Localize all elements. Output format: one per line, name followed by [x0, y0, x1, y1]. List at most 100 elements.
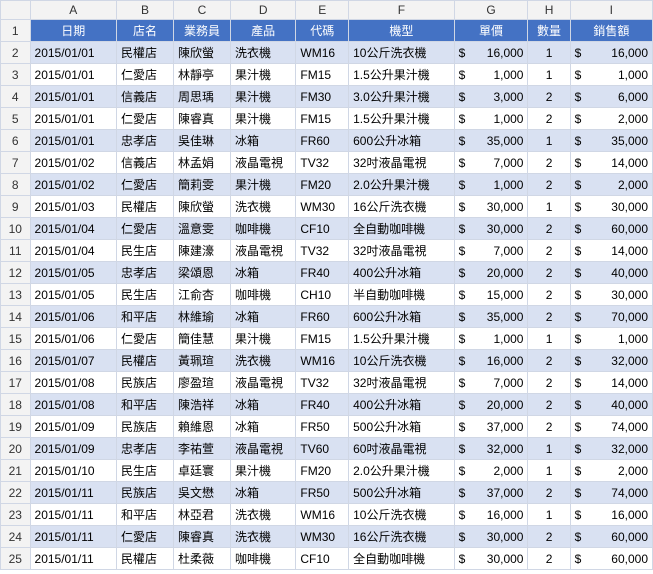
column-header-D[interactable]: D — [230, 1, 295, 20]
cell[interactable]: 1 — [528, 196, 570, 218]
cell[interactable]: $30,000 — [570, 196, 652, 218]
cell[interactable]: $37,000 — [454, 482, 528, 504]
row-header-17[interactable]: 17 — [1, 372, 31, 394]
cell[interactable]: 溫意雯 — [174, 218, 231, 240]
cell[interactable]: 冰箱 — [230, 262, 295, 284]
cell[interactable]: 民生店 — [117, 240, 174, 262]
row-header-8[interactable]: 8 — [1, 174, 31, 196]
row-header-11[interactable]: 11 — [1, 240, 31, 262]
row-header-20[interactable]: 20 — [1, 438, 31, 460]
cell[interactable]: $2,000 — [454, 460, 528, 482]
cell[interactable]: $30,000 — [454, 526, 528, 548]
row-header-24[interactable]: 24 — [1, 526, 31, 548]
cell[interactable]: 仁愛店 — [117, 328, 174, 350]
row-header-6[interactable]: 6 — [1, 130, 31, 152]
cell[interactable]: $74,000 — [570, 416, 652, 438]
cell[interactable]: 半自動咖啡機 — [349, 284, 455, 306]
cell[interactable]: $1,000 — [454, 328, 528, 350]
row-header-19[interactable]: 19 — [1, 416, 31, 438]
cell[interactable]: 仁愛店 — [117, 64, 174, 86]
row-header-7[interactable]: 7 — [1, 152, 31, 174]
cell[interactable]: 冰箱 — [230, 394, 295, 416]
cell[interactable]: 2 — [528, 416, 570, 438]
cell[interactable]: $32,000 — [570, 438, 652, 460]
cell[interactable]: 2015/01/11 — [30, 526, 117, 548]
cell[interactable]: 2015/01/11 — [30, 482, 117, 504]
cell[interactable]: 果汁機 — [230, 86, 295, 108]
cell[interactable]: 液晶電視 — [230, 240, 295, 262]
cell[interactable]: $16,000 — [454, 42, 528, 64]
cell[interactable]: 民權店 — [117, 42, 174, 64]
cell[interactable]: $3,000 — [454, 86, 528, 108]
cell[interactable]: 2 — [528, 240, 570, 262]
cell[interactable]: 民族店 — [117, 416, 174, 438]
cell[interactable]: 2 — [528, 86, 570, 108]
header-cell-qty[interactable]: 數量 — [528, 20, 570, 42]
header-cell-total[interactable]: 銷售額 — [570, 20, 652, 42]
cell[interactable]: 陳浩祥 — [174, 394, 231, 416]
cell[interactable]: 賴維恩 — [174, 416, 231, 438]
cell[interactable]: 陳欣螢 — [174, 196, 231, 218]
cell[interactable]: 2015/01/04 — [30, 240, 117, 262]
cell[interactable]: 林靜亭 — [174, 64, 231, 86]
cell[interactable]: 2015/01/10 — [30, 460, 117, 482]
column-header-I[interactable]: I — [570, 1, 652, 20]
cell[interactable]: FR40 — [296, 262, 349, 284]
cell[interactable]: $30,000 — [570, 284, 652, 306]
cell[interactable]: 冰箱 — [230, 416, 295, 438]
cell[interactable]: $40,000 — [570, 262, 652, 284]
cell[interactable]: FR50 — [296, 416, 349, 438]
cell[interactable]: 2015/01/02 — [30, 174, 117, 196]
cell[interactable]: FR60 — [296, 130, 349, 152]
cell[interactable]: 吳佳琳 — [174, 130, 231, 152]
row-header-16[interactable]: 16 — [1, 350, 31, 372]
cell[interactable]: FR40 — [296, 394, 349, 416]
cell[interactable]: 32吋液晶電視 — [349, 372, 455, 394]
cell[interactable]: 2.0公升果汁機 — [349, 460, 455, 482]
cell[interactable]: 果汁機 — [230, 108, 295, 130]
cell[interactable]: WM30 — [296, 526, 349, 548]
cell[interactable]: $30,000 — [454, 218, 528, 240]
cell[interactable]: CF10 — [296, 218, 349, 240]
cell[interactable]: $60,000 — [570, 526, 652, 548]
column-header-C[interactable]: C — [174, 1, 231, 20]
cell[interactable]: 600公升冰箱 — [349, 130, 455, 152]
cell[interactable]: $1,000 — [454, 174, 528, 196]
row-header-14[interactable]: 14 — [1, 306, 31, 328]
header-cell-store[interactable]: 店名 — [117, 20, 174, 42]
cell[interactable]: 1.5公升果汁機 — [349, 64, 455, 86]
cell[interactable]: 林孟娟 — [174, 152, 231, 174]
cell[interactable]: 忠孝店 — [117, 262, 174, 284]
cell[interactable]: 液晶電視 — [230, 152, 295, 174]
cell[interactable]: 2 — [528, 218, 570, 240]
cell[interactable]: WM16 — [296, 350, 349, 372]
cell[interactable]: 果汁機 — [230, 64, 295, 86]
cell[interactable]: 2 — [528, 108, 570, 130]
cell[interactable]: 李祐萱 — [174, 438, 231, 460]
cell[interactable]: 2 — [528, 306, 570, 328]
cell[interactable]: 500公升冰箱 — [349, 416, 455, 438]
cell[interactable]: 2 — [528, 350, 570, 372]
cell[interactable]: 16公斤洗衣機 — [349, 526, 455, 548]
cell[interactable]: 陳睿真 — [174, 108, 231, 130]
cell[interactable]: $1,000 — [454, 64, 528, 86]
cell[interactable]: 2 — [528, 262, 570, 284]
cell[interactable]: 民族店 — [117, 372, 174, 394]
cell[interactable]: 冰箱 — [230, 306, 295, 328]
cell[interactable]: 16公斤洗衣機 — [349, 196, 455, 218]
cell[interactable]: 1.5公升果汁機 — [349, 108, 455, 130]
cell[interactable]: 全自動咖啡機 — [349, 548, 455, 570]
header-cell-code[interactable]: 代碼 — [296, 20, 349, 42]
cell[interactable]: 2015/01/01 — [30, 64, 117, 86]
cell[interactable]: 周思瑀 — [174, 86, 231, 108]
cell[interactable]: $40,000 — [570, 394, 652, 416]
cell[interactable]: $37,000 — [454, 416, 528, 438]
cell[interactable]: 2015/01/04 — [30, 218, 117, 240]
cell[interactable]: $70,000 — [570, 306, 652, 328]
cell[interactable]: $30,000 — [454, 196, 528, 218]
cell[interactable]: TV60 — [296, 438, 349, 460]
cell[interactable]: 10公斤洗衣機 — [349, 42, 455, 64]
spreadsheet-table[interactable]: ABCDEFGHI 1日期店名業務員產品代碼機型單價數量銷售額22015/01/… — [0, 0, 653, 570]
cell[interactable]: 民權店 — [117, 196, 174, 218]
cell[interactable]: $60,000 — [570, 218, 652, 240]
